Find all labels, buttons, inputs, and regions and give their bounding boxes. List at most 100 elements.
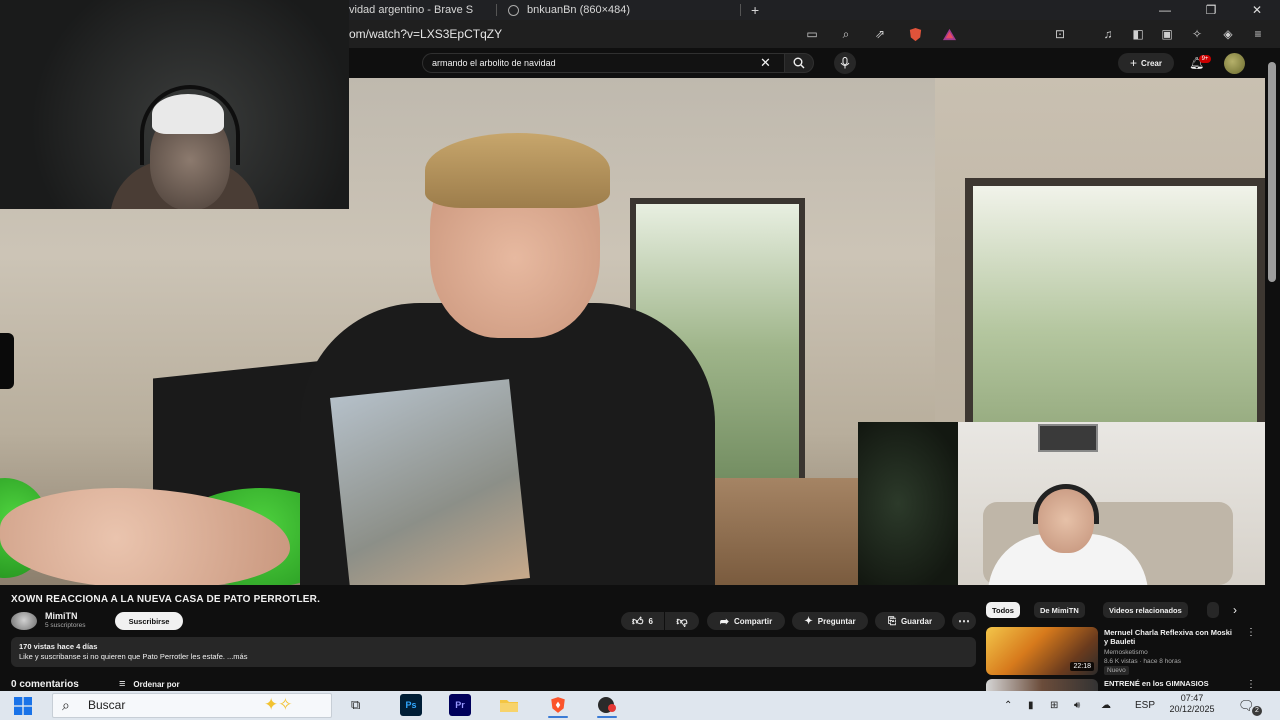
brave-browser-icon[interactable] <box>547 694 569 716</box>
recommendation-channel[interactable]: Memosketismo <box>1104 648 1148 657</box>
install-app-icon[interactable]: ▭ <box>804 26 820 42</box>
create-button[interactable]: + Crear <box>1118 53 1174 73</box>
taskbar-search-input[interactable]: Buscar <box>88 693 125 718</box>
brave-rewards-icon[interactable] <box>941 26 957 42</box>
chip-from-channel[interactable]: De MimiTN <box>1034 602 1085 618</box>
subscribe-button[interactable]: Suscribirse <box>115 612 183 630</box>
webcam-headset <box>1033 484 1099 524</box>
premiere-icon[interactable]: Pr <box>449 694 471 716</box>
close-icon: ✕ <box>1251 3 1263 17</box>
obs-record-icon[interactable] <box>596 694 618 716</box>
restore-icon: ❐ <box>1205 3 1217 17</box>
tab-title: bnkuanBn (860×484) <box>527 4 631 16</box>
battery-icon[interactable]: ▮ <box>1028 693 1034 718</box>
zoom-icon[interactable]: ⌕ <box>838 26 854 42</box>
chip-partial[interactable] <box>1207 602 1219 618</box>
more-icon: ⋯ <box>958 614 970 628</box>
active-app-indicator <box>597 716 617 718</box>
sidebar-icon[interactable]: ◧ <box>1130 26 1146 42</box>
account-avatar[interactable] <box>1224 53 1245 74</box>
url-field[interactable]: om/watch?v=LXS3EpCTqZY <box>349 20 502 48</box>
dislike-button[interactable]: 👎︎ <box>665 612 699 630</box>
recommendation-thumbnail[interactable] <box>986 679 1098 691</box>
save-label: Guardar <box>900 616 933 626</box>
clock-date: 20/12/2025 <box>1169 704 1215 714</box>
brave-shields-icon[interactable] <box>907 26 923 42</box>
new-badge: Nuevo <box>1104 666 1129 675</box>
recommendation-title[interactable]: Mernuel Charla Reflexiva con Moski y Bau… <box>1104 628 1236 646</box>
share-label: Compartir <box>733 616 773 626</box>
video-title: XOWN REACCIONA A LA NUEVA CASA DE PATO P… <box>11 594 321 605</box>
browser-tab-active[interactable]: vidad argentino - Brave S <box>349 0 489 20</box>
description-text: Like y suscribanse si no quieren que Pat… <box>19 652 248 661</box>
volume-icon[interactable]: 🔊︎ <box>1074 693 1080 718</box>
notification-badge: 9+ <box>1199 55 1211 63</box>
ask-button[interactable]: ✦ Preguntar <box>792 612 868 630</box>
side-panel-handle[interactable] <box>0 333 14 389</box>
tab-separator <box>740 4 741 16</box>
sort-label: Ordenar por <box>133 679 180 689</box>
search-button[interactable] <box>784 53 814 73</box>
channel-avatar[interactable] <box>11 612 37 630</box>
restore-button[interactable]: ❐ <box>1188 0 1234 20</box>
recommendation-menu-icon[interactable]: ⋮ <box>1246 679 1256 690</box>
recommendation-thumbnail[interactable]: 22:18 <box>986 627 1098 675</box>
search-highlight-icon: ✦✧ <box>264 695 293 714</box>
photoshop-icon[interactable]: Ps <box>400 694 422 716</box>
tab-title: vidad argentino - Brave S <box>349 4 474 16</box>
network-icon[interactable]: ⊞ <box>1050 693 1058 718</box>
save-button[interactable]: ⎘ Guardar <box>875 612 945 630</box>
like-button[interactable]: 👍︎ 6 <box>621 612 664 630</box>
wall-picture <box>1038 424 1098 452</box>
screenshot-icon[interactable]: ⊡ <box>1052 26 1068 42</box>
voice-search-button[interactable] <box>834 52 856 74</box>
wallet-icon[interactable]: ▣ <box>1159 26 1175 42</box>
windows-start-icon[interactable] <box>14 697 32 715</box>
ask-label: Preguntar <box>817 616 856 626</box>
search-icon: ⌕ <box>62 697 70 713</box>
tray-overflow-icon[interactable]: ⌃ <box>1004 693 1012 718</box>
browser-tab[interactable]: bnkuanBn (860×484) <box>508 0 708 20</box>
clear-search-icon[interactable]: ✕ <box>760 55 771 71</box>
globe-icon <box>508 4 519 16</box>
close-window-button[interactable]: ✕ <box>1234 0 1280 20</box>
plus-icon: + <box>1130 56 1138 70</box>
file-explorer-icon[interactable] <box>498 694 520 716</box>
recommendation-title[interactable]: ENTRENÉ en los GIMNASIOS <box>1104 679 1236 688</box>
vpn-icon[interactable]: ◈ <box>1220 26 1236 42</box>
search-input[interactable]: armando el arbolito de navidad <box>432 53 556 73</box>
channel-name[interactable]: MimiTN <box>45 611 78 621</box>
cloud-icon[interactable]: ☁ <box>1101 693 1111 718</box>
share-icon[interactable]: ⇗ <box>872 26 888 42</box>
music-icon[interactable]: ♫ <box>1100 26 1116 42</box>
chip-all[interactable]: Todos <box>986 602 1020 618</box>
comments-count: 0 comentarios <box>11 679 79 690</box>
video-frame-hair <box>425 133 610 208</box>
chip-related[interactable]: Videos relacionados <box>1103 602 1188 618</box>
active-app-indicator <box>548 716 568 718</box>
new-tab-button[interactable]: + <box>751 0 765 20</box>
share-icon: ➦ <box>719 615 729 628</box>
webcam-overlay-streamer <box>0 0 349 209</box>
christmas-tree <box>858 422 958 585</box>
leo-ai-icon[interactable]: ✧ <box>1189 26 1205 42</box>
webcam-headset <box>140 85 240 165</box>
minimize-icon: — <box>1159 3 1171 17</box>
bookmark-icon: ⎘ <box>887 615 896 627</box>
share-button[interactable]: ➦ Compartir <box>707 612 785 630</box>
sort-comments-button[interactable]: ≡ Ordenar por <box>119 678 180 690</box>
language-indicator[interactable]: ESP <box>1135 693 1155 718</box>
task-view-icon[interactable]: ⧉ <box>351 697 360 713</box>
minimize-button[interactable]: — <box>1142 0 1188 20</box>
recommendation-meta: 8.6 K vistas · hace 8 horas <box>1104 658 1181 665</box>
menu-icon[interactable]: ≡ <box>1250 26 1266 42</box>
more-actions-button[interactable]: ⋯ <box>952 612 976 630</box>
clock[interactable]: 07:47 20/12/2025 <box>1160 693 1224 715</box>
webcam-overlay-reactor <box>858 422 1265 585</box>
scrollbar-thumb[interactable] <box>1268 62 1276 282</box>
notifications-center-icon[interactable]: 🗨︎ <box>1238 693 1255 718</box>
recommendation-menu-icon[interactable]: ⋮ <box>1246 627 1256 638</box>
create-label: Crear <box>1141 58 1162 68</box>
tab-separator <box>496 4 497 16</box>
chips-next-icon[interactable]: › <box>1233 603 1237 617</box>
